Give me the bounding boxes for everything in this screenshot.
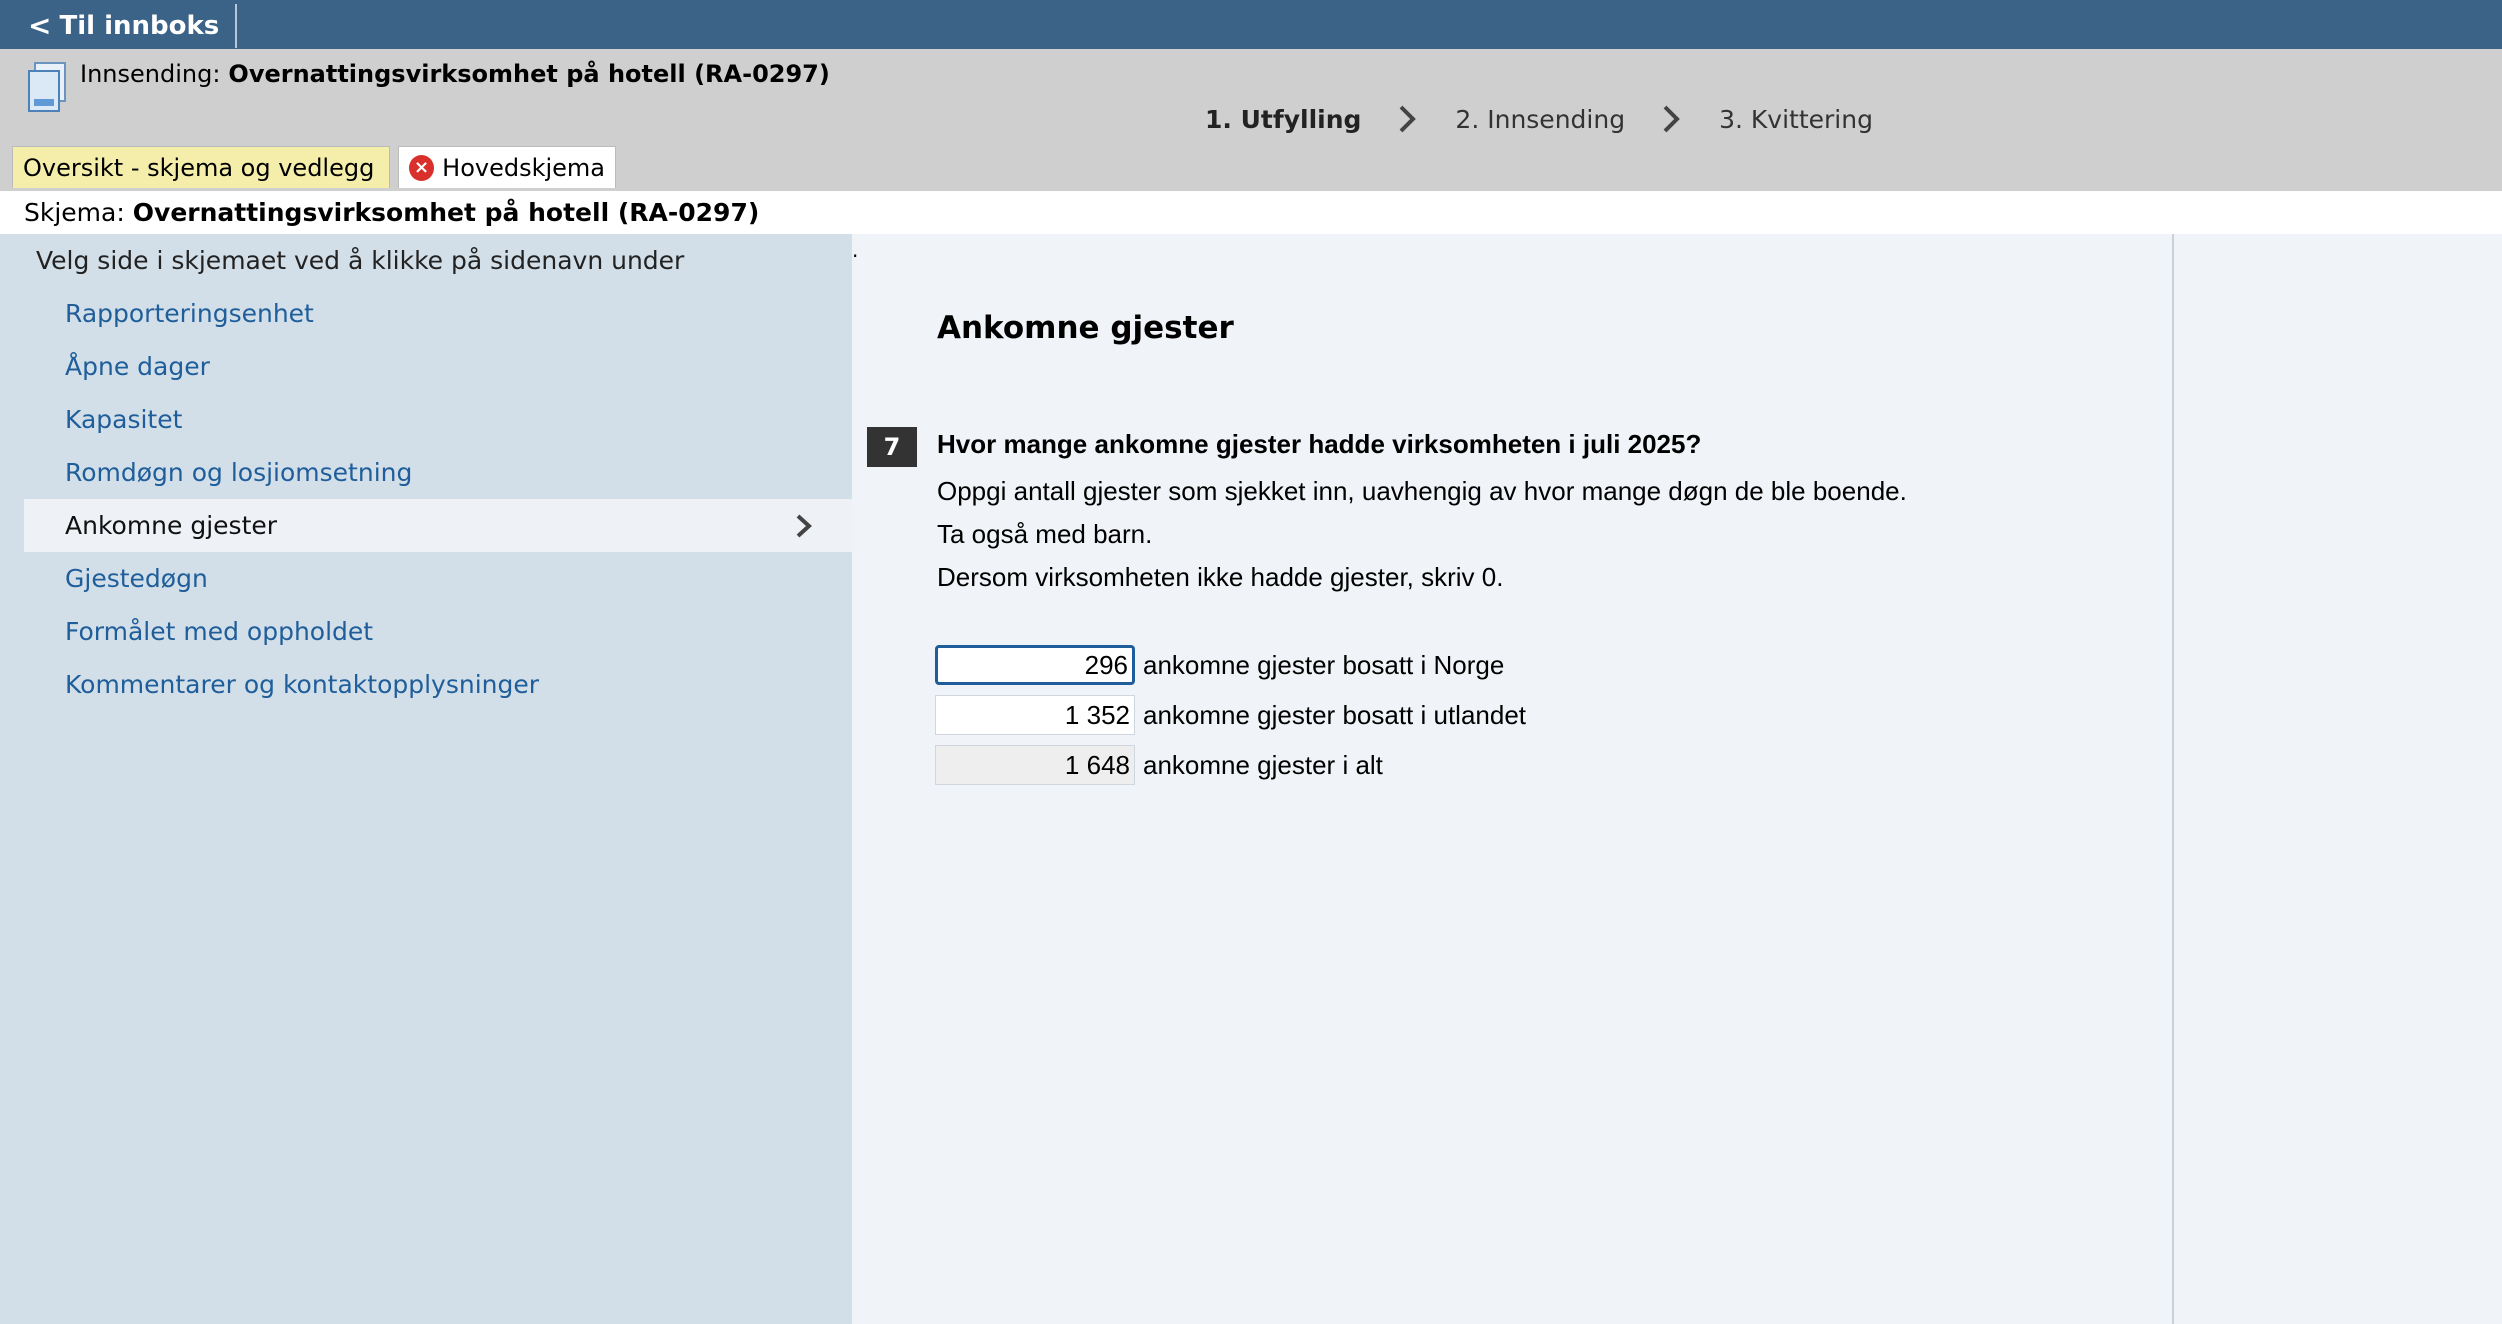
submission-title-line: Innsending: Overnattingsvirksomhet på hot… [80, 60, 830, 88]
right-pane [2172, 234, 2502, 1324]
question-help-text: Dersom virksomheten ikke hadde gjester, … [937, 562, 1504, 592]
sidebar-item-label: Rapporteringsenhet [65, 299, 314, 328]
sidebar-item-gjestedogn[interactable]: Gjestedøgn [0, 552, 852, 605]
sidebar-item-ankomne-gjester[interactable]: Ankomne gjester [24, 499, 852, 552]
page-title: Ankomne gjester [937, 310, 1234, 346]
sidebar-item-rapporteringsenhet[interactable]: Rapporteringsenhet [0, 287, 852, 340]
sidebar-item-label: Åpne dager [65, 352, 210, 381]
sidebar-item-label: Romdøgn og losjiomsetning [65, 458, 413, 487]
back-to-inbox-label: Til innboks [59, 11, 220, 41]
sidebar-item-kommentarer[interactable]: Kommentarer og kontaktopplysninger [0, 658, 852, 711]
guests-abroad-label: ankomne gjester bosatt i utlandet [1143, 699, 1527, 730]
tab-main-form[interactable]: × Hovedskjema [398, 146, 616, 188]
guests-abroad-input[interactable] [935, 695, 1135, 735]
field-row-norway: ankomne gjester bosatt i Norge [935, 645, 1504, 685]
step-submission: 2. Innsending [1455, 104, 1626, 134]
chevron-right-icon [1663, 105, 1680, 133]
back-to-inbox-button[interactable]: < Til innboks [4, 4, 237, 48]
schema-prefix: Skjema: [24, 198, 125, 227]
schema-title-line: Skjema: Overnattingsvirksomhet på hotell … [0, 191, 2502, 234]
submission-prefix: Innsending: [80, 60, 221, 88]
step-receipt: 3. Kvittering [1719, 104, 1873, 134]
field-row-abroad: ankomne gjester bosatt i utlandet [935, 695, 1526, 735]
guests-norway-input[interactable] [935, 645, 1135, 685]
schema-title: Overnattingsvirksomhet på hotell (RA-029… [132, 198, 760, 227]
form-tabs: Oversikt - skjema og vedlegg × Hovedskje… [12, 146, 616, 188]
error-icon: × [409, 154, 435, 181]
stray-dot: . [852, 238, 859, 262]
chevron-left-icon: < [28, 9, 52, 42]
page-navigation-sidebar: Velg side i skjemaet ved å klikke på sid… [0, 234, 852, 1324]
question-help-text: Ta også med barn. [937, 519, 1153, 549]
submission-title: Overnattingsvirksomhet på hotell (RA-029… [228, 60, 830, 88]
sidebar-item-label: Ankomne gjester [65, 511, 278, 540]
question-number-badge: 7 [867, 427, 917, 467]
top-bar: < Til innboks [0, 0, 2502, 49]
chevron-right-icon [1400, 105, 1417, 133]
step-filling: 1. Utfylling [1205, 104, 1362, 134]
guests-total-label: ankomne gjester i alt [1143, 749, 1383, 780]
tab-overview[interactable]: Oversikt - skjema og vedlegg [12, 146, 390, 188]
sidebar-item-kapasitet[interactable]: Kapasitet [0, 393, 852, 446]
tab-overview-label: Oversikt - skjema og vedlegg [23, 153, 375, 182]
sidebar-item-label: Kapasitet [65, 405, 183, 434]
sidebar-hint: Velg side i skjemaet ved å klikke på sid… [36, 246, 685, 275]
sidebar-item-formalet[interactable]: Formålet med oppholdet [0, 605, 852, 658]
question-help-text: Oppgi antall gjester som sjekket inn, ua… [937, 476, 1907, 506]
guests-norway-label: ankomne gjester bosatt i Norge [1143, 649, 1505, 680]
sidebar-item-romdogn[interactable]: Romdøgn og losjiomsetning [0, 446, 852, 499]
sidebar-item-label: Gjestedøgn [65, 564, 208, 593]
sidebar-item-apne-dager[interactable]: Åpne dager [0, 340, 852, 393]
progress-steps: 1. Utfylling 2. Innsending 3. Kvittering [1199, 103, 1879, 135]
question-text: Hvor mange ankomne gjester hadde virksom… [937, 429, 1702, 459]
submission-header: Innsending: Overnattingsvirksomhet på hot… [0, 49, 2502, 191]
sidebar-item-label: Kommentarer og kontaktopplysninger [65, 670, 540, 699]
sidebar-nav: Rapporteringsenhet Åpne dager Kapasitet … [0, 287, 852, 711]
document-icon [28, 62, 66, 112]
guests-total-field [935, 745, 1135, 785]
sidebar-item-label: Formålet med oppholdet [65, 617, 374, 646]
chevron-right-icon [796, 514, 812, 538]
tab-main-form-label: Hovedskjema [442, 153, 605, 182]
field-row-total: ankomne gjester i alt [935, 745, 1383, 785]
